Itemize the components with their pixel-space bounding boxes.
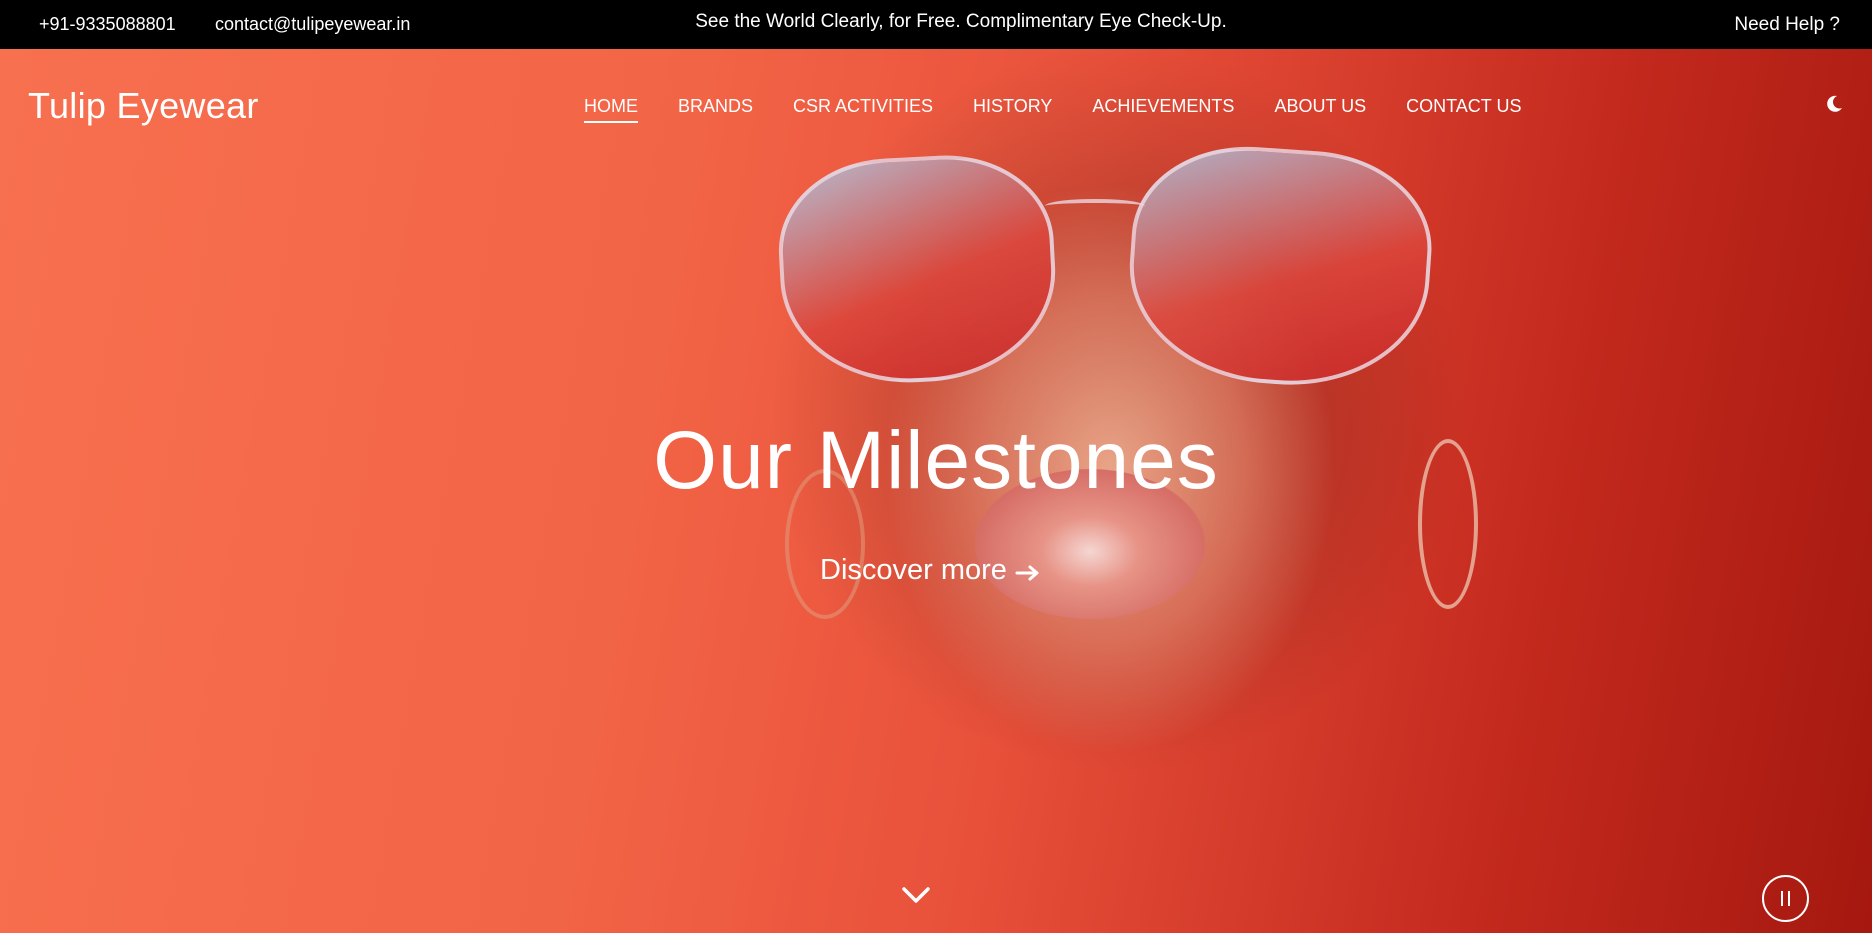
hero-image-left-lens [774, 149, 1061, 390]
moon-icon[interactable] [1824, 94, 1844, 114]
discover-more-button[interactable]: Discover more [820, 554, 1041, 587]
hero-section: Our Milestones Discover more [0, 49, 1872, 933]
need-help-link[interactable]: Need Help ? [1734, 14, 1840, 36]
pause-icon [1788, 891, 1790, 906]
nav-menu: HOME BRANDS CSR ACTIVITIES HISTORY ACHIE… [584, 96, 1561, 123]
chevron-down-icon[interactable] [900, 884, 932, 906]
top-bar: +91-9335088801 contact@tulipeyewear.in S… [0, 0, 1872, 49]
nav-item-achievements[interactable]: ACHIEVEMENTS [1092, 96, 1234, 123]
discover-more-label: Discover more [820, 554, 1007, 586]
pause-button[interactable] [1762, 875, 1809, 922]
nav-item-contact-us[interactable]: CONTACT US [1406, 96, 1521, 123]
nav-item-csr-activities[interactable]: CSR ACTIVITIES [793, 96, 933, 123]
nav-item-about-us[interactable]: ABOUT US [1274, 96, 1366, 123]
nav-item-home[interactable]: HOME [584, 96, 638, 123]
nav-item-history[interactable]: HISTORY [973, 96, 1052, 123]
promo-banner: See the World Clearly, for Free. Complim… [695, 11, 1227, 32]
main-navigation: Tulip Eyewear HOME BRANDS CSR ACTIVITIES… [0, 49, 1872, 164]
pause-icon [1781, 891, 1783, 906]
arrow-right-icon [1015, 565, 1039, 580]
brand-logo[interactable]: Tulip Eyewear [28, 85, 259, 127]
nav-item-brands[interactable]: BRANDS [678, 96, 753, 123]
hero-image-glasses-bridge [1045, 199, 1145, 213]
hero-image-right-lens [1122, 138, 1438, 395]
hero-headline: Our Milestones [653, 415, 1219, 506]
